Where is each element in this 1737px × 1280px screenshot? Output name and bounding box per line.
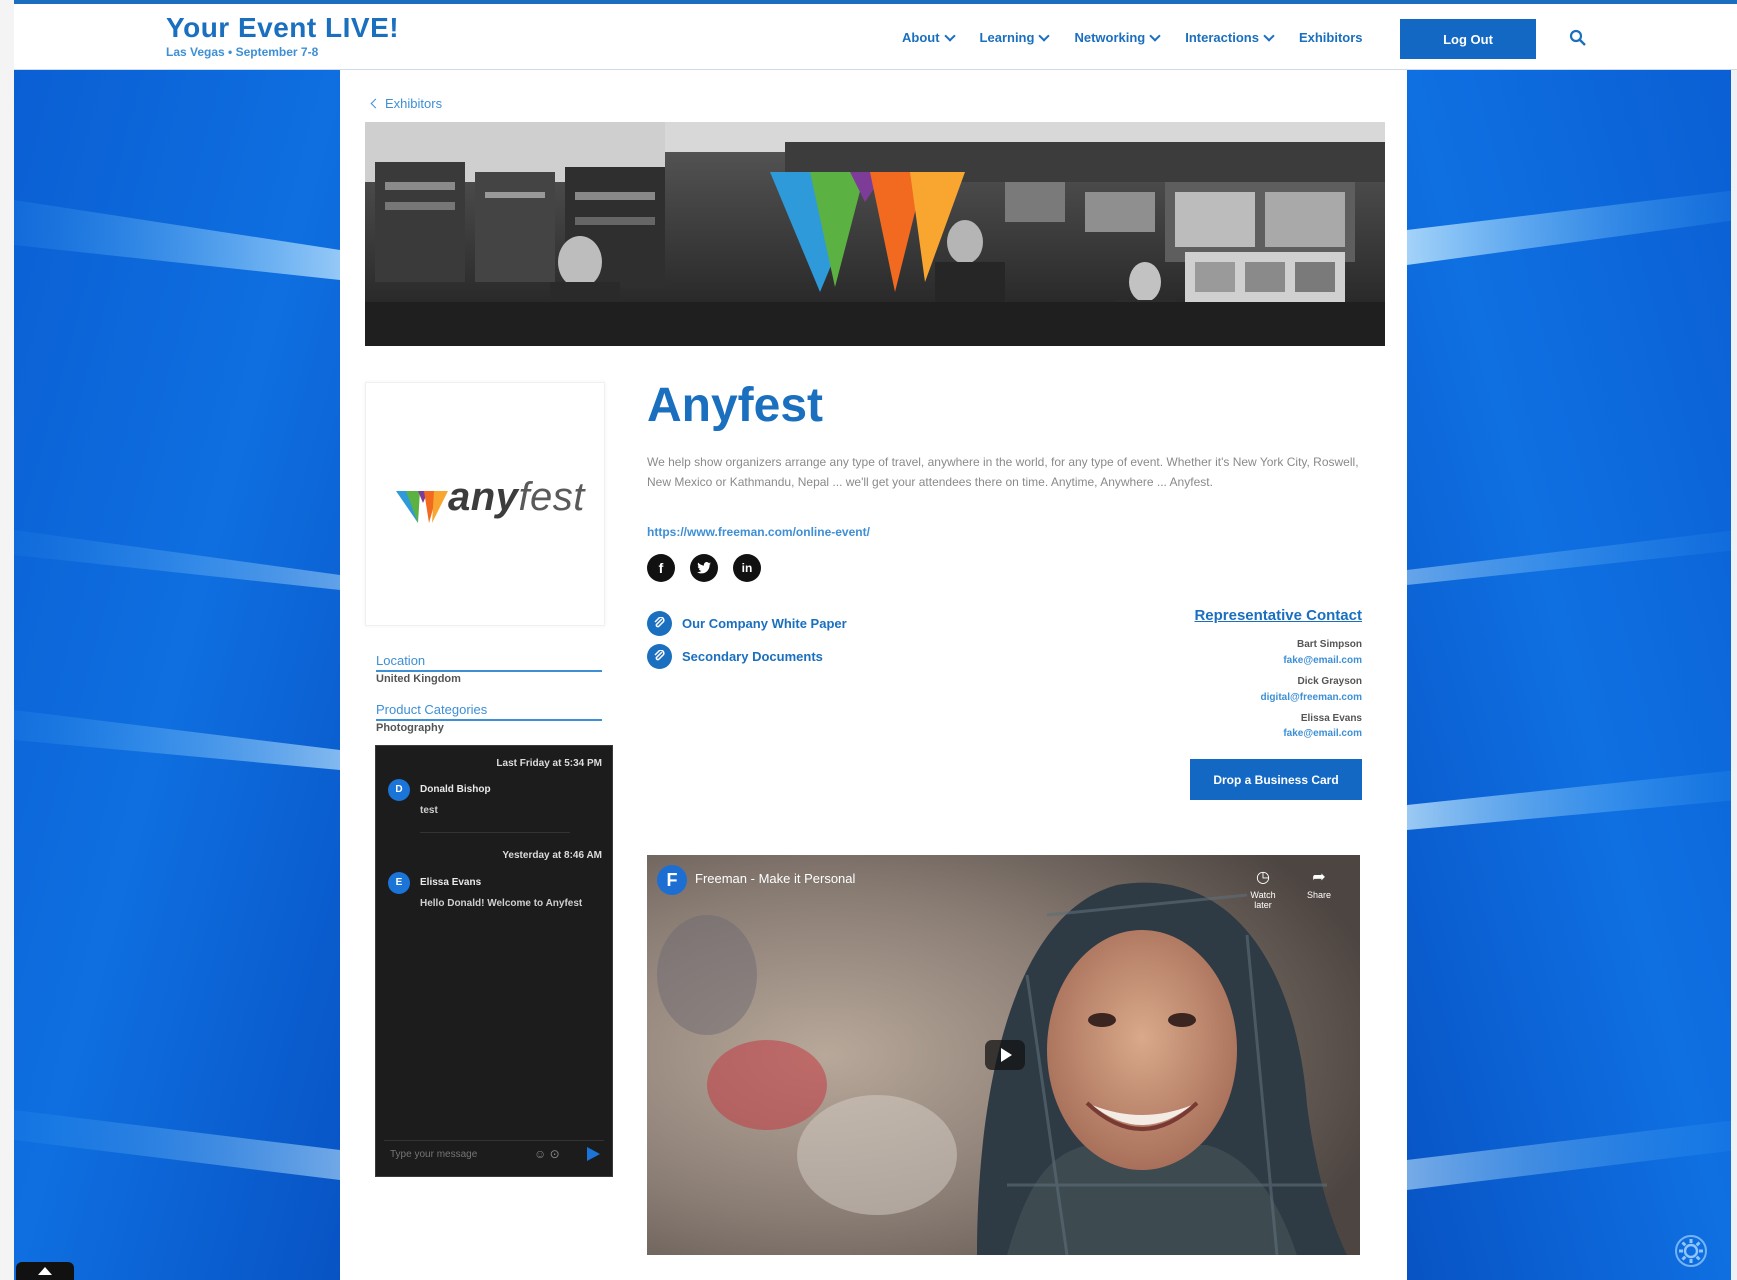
nav-item-about[interactable]: About	[902, 29, 956, 45]
desktop-wallpaper-left	[14, 70, 340, 1280]
linkedin-icon[interactable]: in	[733, 554, 761, 582]
emoji-icon[interactable]: ☺ ⊙	[534, 1147, 560, 1161]
avatar: E	[388, 872, 410, 894]
exhibitor-page: Exhibitors anyfest Location United Kingd…	[340, 70, 1407, 1280]
rep-email[interactable]: fake@email.com	[1283, 728, 1362, 739]
avatar: D	[388, 779, 410, 801]
nav-label: About	[902, 30, 940, 45]
window-edge	[0, 0, 14, 1280]
share-button[interactable]: ➦ Share	[1299, 867, 1339, 900]
nav-item-interactions[interactable]: Interactions	[1185, 29, 1275, 45]
chevron-down-icon	[1038, 29, 1051, 42]
anyfest-logo-text: anyfest	[448, 475, 585, 520]
channel-avatar[interactable]: F	[657, 865, 687, 895]
play-button[interactable]	[985, 1040, 1025, 1070]
chat-divider	[420, 832, 570, 833]
search-icon[interactable]	[1569, 29, 1587, 47]
rep-email[interactable]: fake@email.com	[1283, 655, 1362, 666]
logo-word-fest: fest	[518, 475, 585, 519]
rep-name: Bart Simpson	[1296, 639, 1362, 650]
clock-icon: ◷	[1256, 869, 1270, 886]
site-header: Your Event LIVE! Las Vegas • September 7…	[14, 4, 1737, 70]
document-link-secondary[interactable]: Secondary Documents	[647, 644, 823, 669]
logout-button[interactable]: Log Out	[1400, 19, 1536, 59]
desktop-wallpaper-right	[1407, 70, 1737, 1280]
chevron-down-icon	[943, 29, 956, 42]
video-player[interactable]: F Freeman - Make it Personal ◷ Watch lat…	[647, 855, 1360, 1255]
attachment-icon	[647, 611, 672, 636]
logo-word-any: any	[448, 475, 519, 519]
nav-label: Interactions	[1185, 30, 1259, 45]
rep-name: Dick Grayson	[1297, 676, 1362, 687]
drop-business-card-button[interactable]: Drop a Business Card	[1190, 759, 1362, 800]
nav-item-learning[interactable]: Learning	[979, 29, 1051, 45]
chat-timestamp: Last Friday at 5:34 PM	[496, 758, 602, 769]
nav-label: Exhibitors	[1298, 30, 1363, 45]
nav-label: Learning	[979, 30, 1035, 45]
chevron-left-icon	[370, 98, 381, 109]
exhibitor-website-link[interactable]: https://www.freeman.com/online-event/	[647, 525, 870, 539]
chat-message-input[interactable]	[390, 1149, 520, 1160]
nav-item-networking[interactable]: Networking	[1074, 29, 1161, 45]
exhibitor-logo-card: anyfest	[365, 382, 605, 626]
facebook-icon[interactable]: f	[647, 554, 675, 582]
scrollbar-track[interactable]	[1731, 70, 1737, 1280]
product-categories-value: Photography	[376, 722, 444, 734]
exhibitor-description: We help show organizers arrange any type…	[647, 455, 1359, 489]
document-label: Secondary Documents	[682, 649, 823, 664]
send-icon[interactable]	[587, 1147, 600, 1161]
chat-panel: Last Friday at 5:34 PM D Donald Bishop t…	[375, 745, 613, 1177]
breadcrumb-exhibitors-link[interactable]: Exhibitors	[385, 96, 442, 111]
event-subtitle: Las Vegas • September 7-8	[166, 45, 319, 59]
chat-sender-name: Elissa Evans	[420, 877, 482, 888]
document-label: Our Company White Paper	[682, 616, 847, 631]
main-nav: About Learning Networking Interactions E…	[902, 29, 1363, 45]
exhibitor-banner	[365, 122, 1385, 346]
share-icon: ➦	[1312, 869, 1326, 886]
nav-item-exhibitors[interactable]: Exhibitors	[1299, 30, 1363, 45]
chevron-down-icon	[1149, 29, 1161, 42]
chat-sender-name: Donald Bishop	[420, 784, 491, 795]
location-label: Location	[376, 653, 602, 672]
event-title[interactable]: Your Event LIVE!	[166, 12, 399, 44]
scroll-to-top-button[interactable]	[16, 1262, 74, 1280]
exhibitor-name: Anyfest	[647, 379, 824, 432]
product-categories-label: Product Categories	[376, 702, 602, 721]
chat-input-bar: ☺ ⊙	[384, 1140, 604, 1166]
video-title[interactable]: Freeman - Make it Personal	[695, 871, 855, 886]
twitter-icon[interactable]	[690, 554, 718, 582]
gear-icon[interactable]	[1674, 1234, 1708, 1268]
chat-message-text: Hello Donald! Welcome to Anyfest	[420, 898, 583, 909]
rep-email[interactable]: digital@freeman.com	[1261, 692, 1362, 703]
social-links: f in	[647, 554, 761, 582]
share-label: Share	[1306, 890, 1332, 900]
breadcrumb[interactable]: Exhibitors	[370, 96, 442, 111]
chat-timestamp: Yesterday at 8:46 AM	[502, 850, 602, 861]
representative-contact-heading[interactable]: Representative Contact	[1194, 607, 1362, 624]
chat-message-text: test	[420, 805, 438, 816]
watch-later-label: Watch later	[1250, 890, 1276, 910]
rep-name: Elissa Evans	[1300, 713, 1362, 724]
document-link-white-paper[interactable]: Our Company White Paper	[647, 611, 847, 636]
watch-later-button[interactable]: ◷ Watch later	[1243, 867, 1283, 910]
chevron-down-icon	[1263, 29, 1275, 42]
nav-label: Networking	[1074, 30, 1146, 45]
anyfest-logo-mark	[396, 491, 448, 523]
location-value: United Kingdom	[376, 673, 461, 685]
attachment-icon	[647, 644, 672, 669]
